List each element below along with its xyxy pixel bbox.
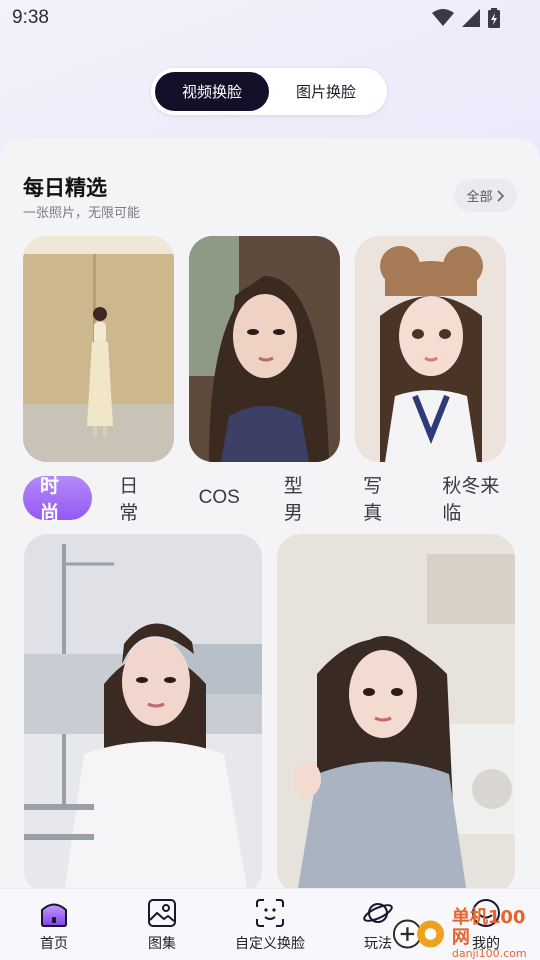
category-tabs: 时尚 日常 COS 型男 写真 秋冬来临 <box>23 475 540 524</box>
nav-custom-label: 自定义换脸 <box>235 936 305 952</box>
mode-segmented-control: 视频换脸 图片换脸 <box>151 68 387 115</box>
nav-custom-faceswap[interactable]: 自定义换脸 <box>216 889 324 960</box>
view-all-button[interactable]: 全部 <box>454 179 517 212</box>
view-all-label: 全部 <box>466 190 493 205</box>
featured-video-card[interactable] <box>23 236 174 462</box>
template-grid <box>24 534 515 888</box>
nav-gallery[interactable]: 图集 <box>108 889 216 960</box>
image-icon <box>148 899 176 927</box>
status-time: 9:38 <box>12 7 49 28</box>
watermark: 单机100网 danji100.com <box>392 908 540 960</box>
nav-home-label: 首页 <box>40 936 68 952</box>
tab-portrait[interactable]: 写真 <box>346 475 415 524</box>
featured-thumbnail <box>189 236 340 462</box>
photo-faceswap-tab[interactable]: 图片换脸 <box>269 72 383 111</box>
template-card[interactable] <box>277 534 515 888</box>
nav-home[interactable]: 首页 <box>0 889 108 960</box>
featured-thumbnail <box>355 236 506 462</box>
signal-icon <box>462 9 480 27</box>
watermark-text: 单机100网 danji100.com <box>452 908 540 960</box>
template-thumbnail <box>24 534 262 888</box>
template-thumbnail <box>277 534 515 888</box>
chevron-right-icon <box>496 189 504 202</box>
nav-play-label: 玩法 <box>364 936 392 952</box>
template-card[interactable] <box>24 534 262 888</box>
tab-daily[interactable]: 日常 <box>102 475 171 524</box>
featured-thumbnail <box>23 236 174 462</box>
main-content: 每日精选 一张照片，无限可能 全部 时尚 日常 COS 型男 写真 秋冬来临 <box>0 138 540 888</box>
tab-fashion[interactable]: 时尚 <box>23 475 93 524</box>
watermark-logo-icon <box>392 919 444 949</box>
home-icon <box>41 903 67 927</box>
planet-icon <box>363 903 393 923</box>
watermark-url: danji100.com <box>451 947 527 960</box>
battery-icon <box>488 8 500 28</box>
face-scan-icon <box>256 899 284 927</box>
status-bar: 9:38 <box>0 0 540 36</box>
wifi-icon <box>432 9 454 26</box>
featured-video-card[interactable] <box>189 236 340 462</box>
video-faceswap-tab[interactable]: 视频换脸 <box>155 72 269 111</box>
daily-picks-title: 每日精选 <box>23 176 107 200</box>
featured-video-card[interactable] <box>355 236 506 462</box>
tab-autumn-winter[interactable]: 秋冬来临 <box>425 475 530 524</box>
tab-mens[interactable]: 型男 <box>267 475 336 524</box>
nav-gallery-label: 图集 <box>148 936 176 952</box>
status-icons <box>432 8 500 28</box>
watermark-site-name: 单机100网 <box>451 907 526 948</box>
featured-list <box>23 236 506 462</box>
tab-cos[interactable]: COS <box>182 476 257 520</box>
daily-picks-subtitle: 一张照片，无限可能 <box>23 206 141 221</box>
